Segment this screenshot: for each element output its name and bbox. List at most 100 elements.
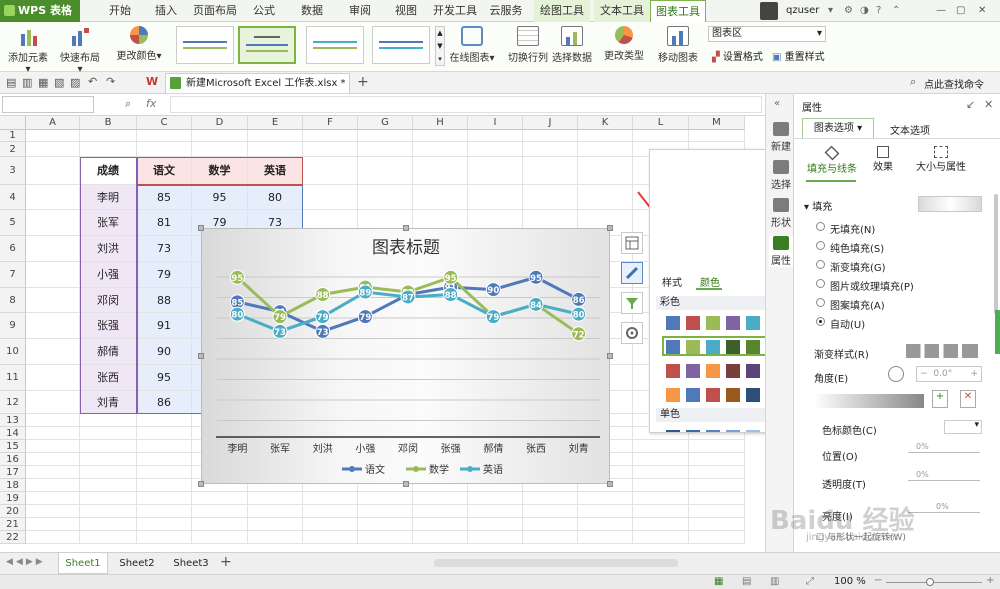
online-chart-button[interactable]: 在线图表▾ [448,26,496,64]
resize-handle[interactable] [607,481,613,487]
grid-cell[interactable] [192,142,248,157]
grid-cell[interactable] [248,142,303,157]
grid-cell[interactable] [137,505,192,518]
grid-cell[interactable] [80,440,137,453]
angle-dial[interactable] [888,366,904,382]
grid-cell[interactable] [633,479,689,492]
ribbon-tab[interactable]: 图表工具 [650,0,706,22]
user-name[interactable]: qzuser [786,0,819,22]
select-data-button[interactable]: 选择数据 [552,26,592,64]
grid-cell[interactable] [633,466,689,479]
grid-cell[interactable] [468,531,523,544]
grid-cell[interactable] [26,440,80,453]
row-header[interactable]: 7 [0,262,26,288]
grid-cell[interactable] [578,505,633,518]
sheet-tab[interactable]: Sheet1 [58,553,108,574]
add-tab-icon[interactable]: + [357,74,369,90]
tab-size[interactable]: 大小与属性 [910,146,972,173]
color-swatch[interactable] [686,430,700,432]
change-color-button[interactable]: 更改颜色▾ [116,26,162,62]
ribbon-tab[interactable]: 公式 [244,0,284,22]
resize-handle[interactable] [403,225,409,231]
redo-icon[interactable]: ↷ [106,75,115,88]
grid-cell[interactable] [689,518,745,531]
color-swatch[interactable] [666,316,680,330]
resize-handle[interactable] [607,353,613,359]
remove-stop-icon[interactable]: ✕ [960,390,976,408]
edge-grip[interactable] [995,310,1000,354]
grid-cell[interactable] [578,518,633,531]
grid-cell[interactable] [26,157,80,185]
fullscreen-icon[interactable]: ⤢ [806,576,814,587]
student-name-cell[interactable]: 刘洪 [80,236,137,262]
student-name-cell[interactable]: 张强 [80,313,137,339]
grid-cell[interactable] [26,492,80,505]
column-header[interactable]: I [468,116,523,130]
grid-cell[interactable] [26,505,80,518]
ribbon-tab[interactable]: 插入 [148,0,184,22]
color-swatch[interactable] [686,388,700,402]
page-break-icon[interactable]: ▤ [742,576,751,587]
chevron-up-icon[interactable]: ⌃ [892,0,900,22]
undo-icon[interactable]: ↶ [88,75,97,88]
fill-option-label[interactable]: 图案填充(A) [830,297,885,312]
score-cell[interactable]: 81 [137,210,192,236]
row-header[interactable]: 9 [0,313,26,339]
select-all-corner[interactable] [0,116,26,130]
add-stop-icon[interactable]: + [932,390,948,408]
grid-cell[interactable] [358,518,413,531]
column-header[interactable]: G [358,116,413,130]
row-header[interactable]: 10 [0,339,26,365]
close-icon[interactable]: ✕ [984,98,993,111]
grid-cell[interactable] [633,531,689,544]
grid-cell[interactable] [80,427,137,440]
grid-cell[interactable] [80,142,137,157]
score-cell[interactable]: 79 [137,262,192,288]
help-icon[interactable]: ? [876,0,881,22]
grid-cell[interactable] [80,492,137,505]
plus-icon[interactable]: + [970,367,978,381]
grid-cell[interactable] [303,157,358,185]
chart-style-thumb-1[interactable] [176,26,234,64]
print-icon[interactable]: ▧ [54,76,64,89]
score-cell[interactable]: 80 [248,185,303,210]
table-header-cell[interactable]: 成绩 [80,157,137,185]
color-swatch[interactable] [706,388,720,402]
grid-cell[interactable] [26,479,80,492]
grid-cell[interactable] [303,130,358,142]
score-cell[interactable]: 73 [137,236,192,262]
fill-option-label[interactable]: 自动(U) [830,316,865,331]
column-header[interactable]: E [248,116,303,130]
color-swatch[interactable] [686,364,700,378]
grid-cell[interactable] [633,440,689,453]
set-format-button[interactable]: ▞ 设置格式 [712,48,763,63]
save-icon[interactable]: ▦ [38,76,48,89]
gradient-style-picker[interactable] [906,344,978,358]
transparency-slider[interactable] [908,480,980,481]
grid-cell[interactable] [80,479,137,492]
row-header[interactable]: 21 [0,518,26,531]
grid-cell[interactable] [80,466,137,479]
grid-cell[interactable] [523,142,578,157]
grid-cell[interactable] [468,505,523,518]
row-header[interactable]: 17 [0,466,26,479]
grid-cell[interactable] [578,492,633,505]
switch-rowcol-button[interactable]: 切换行列 [508,26,548,64]
grid-cell[interactable] [192,518,248,531]
skin-icon[interactable]: ◑ [860,0,869,22]
grid-cell[interactable] [303,518,358,531]
wps-w-icon[interactable]: W [146,75,158,88]
row-header[interactable]: 20 [0,505,26,518]
zoom-out-icon[interactable]: − [874,575,882,586]
grid-cell[interactable] [80,453,137,466]
student-name-cell[interactable]: 张西 [80,365,137,391]
grid-cell[interactable] [523,505,578,518]
zoom-level[interactable]: 100 % [834,576,866,587]
grid-cell[interactable] [413,531,468,544]
grid-cell[interactable] [633,518,689,531]
grid-cell[interactable] [26,288,80,313]
fill-section-toggle[interactable]: ▾ 填充 [804,198,832,213]
column-header[interactable]: B [80,116,137,130]
color-swatch[interactable] [666,388,680,402]
chart-style-thumb-3[interactable] [306,26,364,64]
